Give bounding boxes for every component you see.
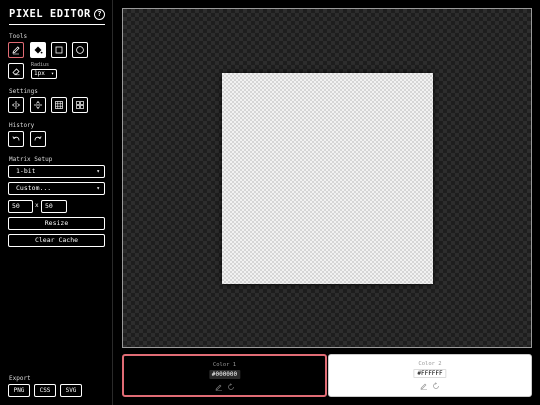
title-divider <box>9 24 105 25</box>
eyedropper-icon[interactable] <box>420 382 428 390</box>
circle-icon <box>76 46 84 54</box>
eyedropper-icon[interactable] <box>215 383 223 391</box>
export-png-button[interactable]: PNG <box>8 384 30 397</box>
mirror-horizontal-icon <box>34 100 42 110</box>
radius-value: 1px <box>34 70 45 77</box>
export-svg-button[interactable]: SVG <box>60 384 82 397</box>
tile-icon <box>76 101 84 109</box>
rectangle-tool-button[interactable] <box>51 42 67 58</box>
pencil-tool-button[interactable] <box>8 42 24 58</box>
radius-select[interactable]: 1px ▾ <box>31 69 57 79</box>
matrix-height-input[interactable]: 50 <box>41 200 67 213</box>
grid-toggle-button[interactable] <box>51 97 67 113</box>
bit-depth-value: 1-bit <box>16 167 36 175</box>
fill-tool-button[interactable] <box>30 42 46 58</box>
pixel-canvas[interactable] <box>222 73 433 284</box>
reset-icon[interactable] <box>227 383 235 391</box>
undo-button[interactable] <box>8 131 24 147</box>
matrix-width-input[interactable]: 50 <box>8 200 33 213</box>
mirror-vertical-icon <box>11 101 21 109</box>
mirror-horizontal-button[interactable] <box>30 97 46 113</box>
tools-label: Tools <box>9 33 28 40</box>
mirror-vertical-button[interactable] <box>8 97 24 113</box>
preset-select[interactable]: Custom... ▾ <box>8 182 105 195</box>
fill-bucket-icon <box>34 46 43 54</box>
clear-cache-button[interactable]: Clear Cache <box>8 234 105 247</box>
grid-icon <box>55 101 63 109</box>
matrix-setup-label: Matrix Setup <box>9 156 53 163</box>
export-css-button[interactable]: CSS <box>34 384 56 397</box>
settings-label: Settings <box>9 88 38 95</box>
eraser-tool-button[interactable] <box>8 63 24 79</box>
preset-value: Custom... <box>16 184 52 192</box>
bit-depth-select[interactable]: 1-bit ▾ <box>8 165 105 178</box>
color-1-panel[interactable]: Color 1 #000000 <box>122 354 327 397</box>
history-label: History <box>9 122 35 129</box>
resize-button[interactable]: Resize <box>8 217 105 230</box>
export-label: Export <box>9 375 31 382</box>
circle-tool-button[interactable] <box>72 42 88 58</box>
help-icon[interactable]: ? <box>94 9 105 20</box>
color-2-panel[interactable]: Color 2 #FFFFFF <box>328 354 532 397</box>
chevron-down-icon: ▾ <box>50 71 54 77</box>
reset-icon[interactable] <box>432 382 440 390</box>
tile-toggle-button[interactable] <box>72 97 88 113</box>
undo-icon <box>12 136 20 141</box>
sidebar: PIXEL EDITOR ? Tools Radius 1px ▾ Settin… <box>0 0 113 405</box>
rectangle-icon <box>55 46 63 54</box>
pencil-icon <box>12 46 20 55</box>
canvas-workspace <box>122 8 532 348</box>
radius-label: Radius <box>31 62 50 68</box>
eraser-icon <box>12 68 20 76</box>
redo-button[interactable] <box>30 131 46 147</box>
color-1-label: Color 1 <box>212 362 237 368</box>
chevron-down-icon: ▾ <box>96 168 100 175</box>
times-separator: x <box>35 202 39 209</box>
color-2-hex[interactable]: #FFFFFF <box>413 369 447 378</box>
chevron-down-icon: ▾ <box>96 185 100 192</box>
redo-icon <box>34 136 42 141</box>
app-title: PIXEL EDITOR <box>9 8 91 20</box>
color-2-label: Color 2 <box>418 361 442 367</box>
color-1-hex[interactable]: #000000 <box>208 370 241 379</box>
